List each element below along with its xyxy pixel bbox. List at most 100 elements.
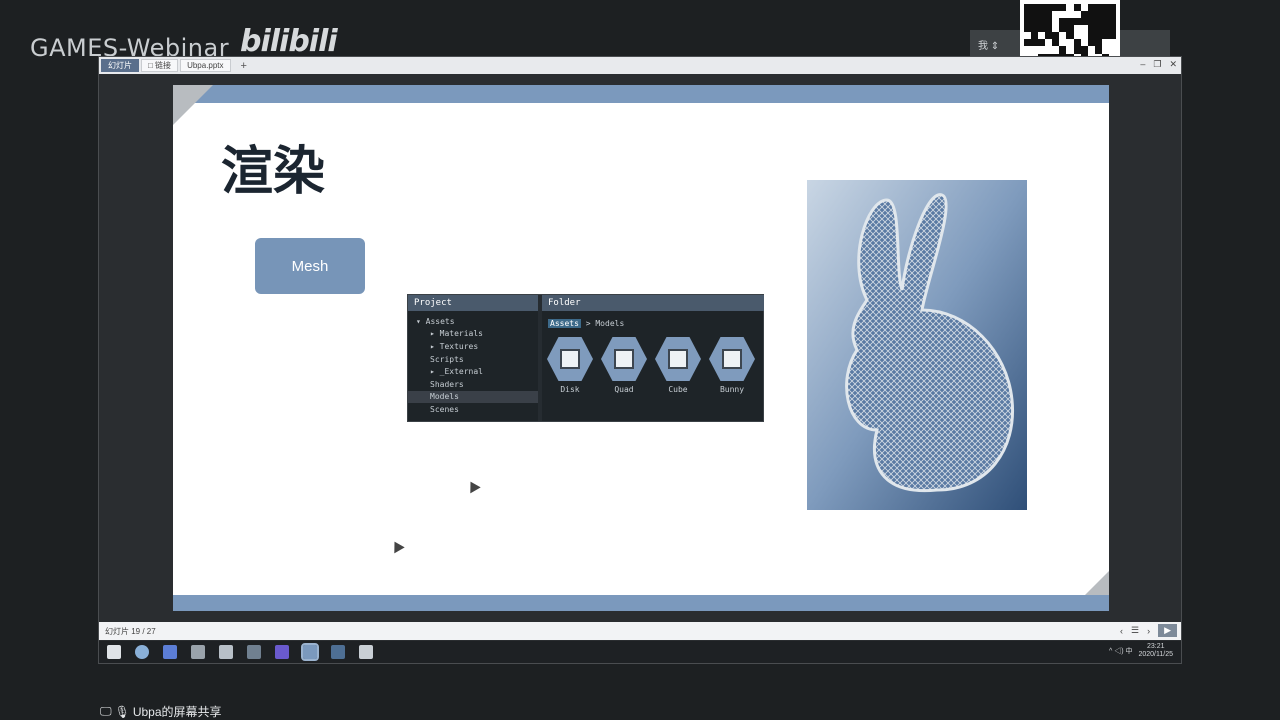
- notes-icon[interactable]: [359, 645, 373, 659]
- qr-module: [1073, 18, 1081, 26]
- tray-icons[interactable]: ^ ◁) 中: [1109, 646, 1133, 656]
- app-icon[interactable]: [331, 645, 345, 659]
- visual-studio-icon[interactable]: [275, 645, 289, 659]
- mouse-cursor-icon: [465, 478, 481, 494]
- powerpoint-icon[interactable]: [301, 643, 319, 661]
- qr-module: [1101, 39, 1109, 47]
- mesh-asset-icon: [709, 337, 755, 381]
- folder-contents-pane: Folder Assets > Models Disk Quad Cube Bunny: [542, 295, 764, 421]
- asset-item[interactable]: Quad: [601, 337, 647, 394]
- outline-icon[interactable]: ☰: [1131, 625, 1139, 636]
- slide-corner-decoration: [173, 85, 213, 125]
- tab-file[interactable]: Ubpa.pptx: [180, 59, 231, 72]
- close-icon[interactable]: ✕: [1169, 59, 1177, 70]
- tree-item[interactable]: Models: [408, 390, 538, 404]
- explorer-icon[interactable]: [191, 645, 205, 659]
- qr-module: [1094, 25, 1102, 33]
- asset-label: Disk: [560, 385, 580, 394]
- browser-icon[interactable]: [135, 645, 149, 659]
- tree-item[interactable]: ▸ _External: [408, 365, 538, 378]
- tree-item[interactable]: ▾ Assets: [408, 315, 538, 328]
- qr-module: [1073, 25, 1081, 33]
- clock[interactable]: 23:21 2020/11/25: [1138, 643, 1173, 659]
- tree-item[interactable]: Shaders: [408, 378, 538, 391]
- start-menu-icon[interactable]: [107, 645, 121, 659]
- vscode-icon[interactable]: [163, 645, 177, 659]
- qr-module: [1087, 4, 1095, 12]
- qr-module: [1080, 46, 1088, 54]
- cube-icon: [614, 349, 634, 369]
- slide-title: 渲染: [221, 142, 326, 202]
- qr-module: [1024, 46, 1032, 54]
- unity-project-panel: Project ▾ Assets ▸ Materials ▸ Textures Scr…: [407, 294, 764, 422]
- clock-time: 23:21: [1146, 643, 1165, 650]
- tab-slides[interactable]: 幻灯片: [101, 59, 139, 72]
- qr-module: [1038, 18, 1046, 26]
- project-header: Project: [408, 295, 538, 311]
- qr-module: [1045, 39, 1053, 47]
- qr-module: [1059, 39, 1067, 47]
- qr-module: [1031, 32, 1039, 40]
- qr-module: [1073, 11, 1081, 19]
- tree-item[interactable]: ▸ Materials: [408, 328, 538, 341]
- asset-item[interactable]: Disk: [547, 337, 593, 394]
- qr-module: [1108, 11, 1116, 19]
- qr-module: [1038, 39, 1046, 47]
- breadcrumb-root[interactable]: Assets: [548, 319, 581, 328]
- corner-label: 我 ⇕: [978, 41, 1000, 52]
- qr-module: [1094, 39, 1102, 47]
- qr-module: [1066, 46, 1074, 54]
- new-tab-icon[interactable]: +: [241, 60, 247, 72]
- qr-module: [1059, 32, 1067, 40]
- tree-item[interactable]: Scenes: [408, 403, 538, 416]
- unity-icon[interactable]: [219, 645, 233, 659]
- breadcrumb-tail[interactable]: > Models: [586, 319, 625, 328]
- cube-icon: [668, 349, 688, 369]
- qr-module: [1108, 18, 1116, 26]
- maximize-icon[interactable]: ❐: [1153, 59, 1161, 70]
- app-icon[interactable]: [247, 645, 261, 659]
- stream-frame: GAMES-Webinar bilibili 我 ⇕ 幻灯片 □ 链接 Ubpa…: [0, 0, 1280, 720]
- qr-module: [1080, 18, 1088, 26]
- qr-module: [1059, 11, 1067, 19]
- tree-item[interactable]: ▸ Textures: [408, 340, 538, 353]
- share-label: Ubpa的屏幕共享: [132, 705, 222, 719]
- qr-module: [1073, 46, 1081, 54]
- qr-module: [1024, 18, 1032, 26]
- qr-module: [1038, 46, 1046, 54]
- qr-module: [1108, 32, 1116, 40]
- qr-module: [1024, 32, 1032, 40]
- asset-label: Cube: [668, 385, 688, 394]
- project-header-label: Project: [414, 298, 452, 308]
- slide-top-bar: [173, 85, 1109, 103]
- qr-module: [1087, 39, 1095, 47]
- next-page-icon[interactable]: ›: [1147, 626, 1150, 636]
- qr-module: [1066, 18, 1074, 26]
- mesh-button[interactable]: Mesh: [255, 238, 365, 294]
- qr-module: [1087, 18, 1095, 26]
- mesh-asset-icon: [655, 337, 701, 381]
- prev-page-icon[interactable]: ‹: [1120, 626, 1123, 636]
- play-slideshow-button[interactable]: ▶: [1158, 624, 1177, 637]
- qr-module: [1045, 18, 1053, 26]
- minimize-icon[interactable]: –: [1140, 59, 1145, 70]
- qr-module: [1038, 4, 1046, 12]
- qr-module: [1052, 18, 1060, 26]
- microphone-icon: 🎙: [114, 704, 130, 719]
- screen-share-indicator: 🖵 🎙 Ubpa的屏幕共享: [100, 703, 222, 720]
- qr-module: [1108, 4, 1116, 12]
- qr-module: [1094, 46, 1102, 54]
- qr-module: [1031, 18, 1039, 26]
- presentation-slide: 渲染 Mesh Project ▾ Assets ▸ Materials ▸ Tex…: [173, 85, 1109, 611]
- tree-item[interactable]: Scripts: [408, 353, 538, 366]
- asset-item[interactable]: Cube: [655, 337, 701, 394]
- browser-tabbar: 幻灯片 □ 链接 Ubpa.pptx + – ❐ ✕: [99, 57, 1181, 74]
- tab-link[interactable]: □ 链接: [141, 59, 179, 72]
- qr-module: [1101, 18, 1109, 26]
- folder-header-label: Folder: [548, 298, 581, 308]
- qr-module: [1066, 25, 1074, 33]
- asset-item[interactable]: Bunny: [709, 337, 755, 394]
- qr-module: [1101, 25, 1109, 33]
- qr-module: [1101, 4, 1109, 12]
- mouse-cursor-icon: [389, 538, 405, 554]
